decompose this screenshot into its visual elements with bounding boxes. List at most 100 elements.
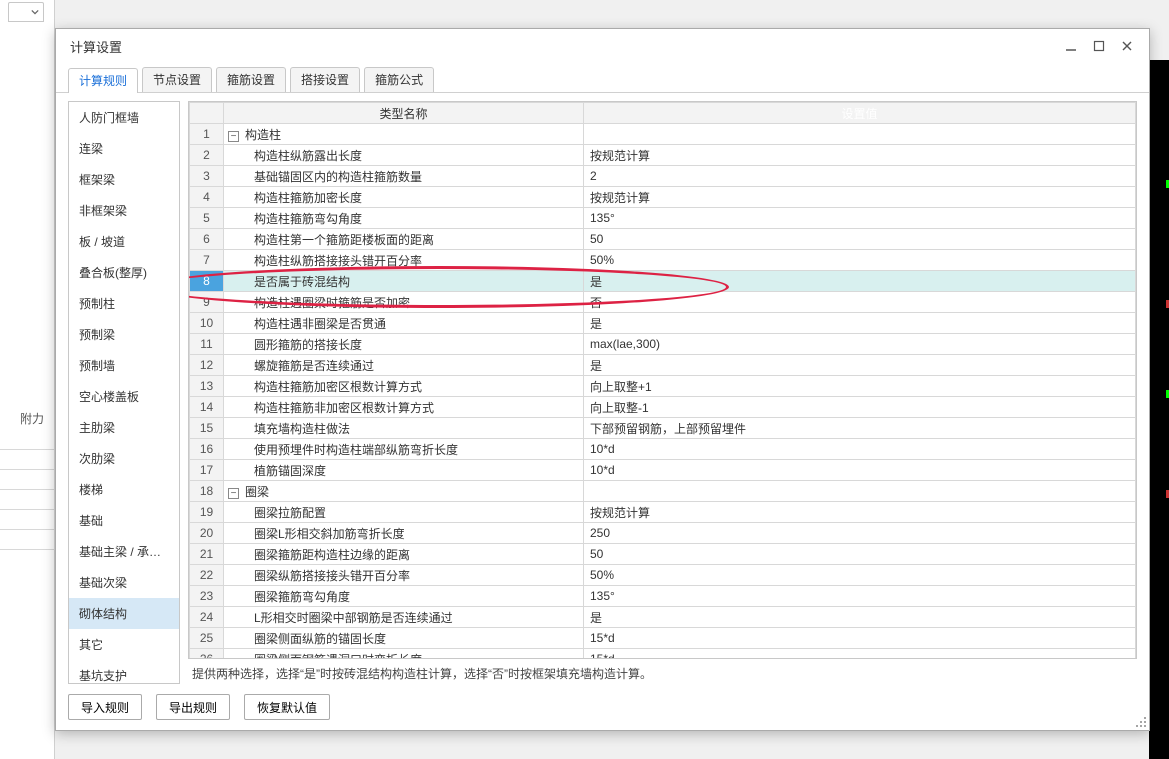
row-name-cell[interactable]: 构造柱遇圈梁时箍筋是否加密 [224, 292, 584, 313]
tab-4[interactable]: 箍筋公式 [364, 67, 434, 92]
row-name-cell[interactable]: 圆形箍筋的搭接长度 [224, 334, 584, 355]
row-value-cell[interactable] [584, 481, 1136, 502]
row-value-cell[interactable]: max(lae,300) [584, 334, 1136, 355]
table-row[interactable]: 8是否属于砖混结构是 [190, 271, 1136, 292]
row-value-cell[interactable]: 50 [584, 544, 1136, 565]
row-value-cell[interactable]: 135° [584, 208, 1136, 229]
table-row[interactable]: 17植筋锚固深度10*d [190, 460, 1136, 481]
row-value-cell[interactable]: 是 [584, 313, 1136, 334]
table-row[interactable]: 19圈梁拉筋配置按规范计算 [190, 502, 1136, 523]
row-name-cell[interactable]: 构造柱遇非圈梁是否贯通 [224, 313, 584, 334]
row-value-cell[interactable]: 否 [584, 292, 1136, 313]
row-name-cell[interactable]: 圈梁纵筋搭接接头错开百分率 [224, 565, 584, 586]
row-name-cell[interactable]: 圈梁侧面钢筋遇洞口时弯折长度 [224, 649, 584, 660]
row-name-cell[interactable]: 是否属于砖混结构 [224, 271, 584, 292]
table-row[interactable]: 6构造柱第一个箍筋距楼板面的距离50 [190, 229, 1136, 250]
row-name-cell[interactable]: 植筋锚固深度 [224, 460, 584, 481]
table-row[interactable]: 24L形相交时圈梁中部钢筋是否连续通过是 [190, 607, 1136, 628]
table-row[interactable]: 25圈梁侧面纵筋的锚固长度15*d [190, 628, 1136, 649]
row-name-cell[interactable]: 圈梁侧面纵筋的锚固长度 [224, 628, 584, 649]
table-row[interactable]: 2构造柱纵筋露出长度按规范计算 [190, 145, 1136, 166]
row-value-cell[interactable]: 50% [584, 565, 1136, 586]
row-value-cell[interactable]: 向上取整-1 [584, 397, 1136, 418]
row-name-cell[interactable]: 圈梁箍筋弯勾角度 [224, 586, 584, 607]
row-name-cell[interactable]: 构造柱纵筋露出长度 [224, 145, 584, 166]
table-row[interactable]: 5构造柱箍筋弯勾角度135° [190, 208, 1136, 229]
maximize-button[interactable] [1085, 33, 1113, 59]
sidebar-item-0[interactable]: 人防门框墙 [69, 102, 179, 133]
sidebar-item-9[interactable]: 空心楼盖板 [69, 381, 179, 412]
row-value-cell[interactable]: 向上取整+1 [584, 376, 1136, 397]
col-header-rownum[interactable] [190, 103, 224, 124]
row-value-cell[interactable]: 按规范计算 [584, 145, 1136, 166]
table-row[interactable]: 1−构造柱 [190, 124, 1136, 145]
row-value-cell[interactable]: 15*d [584, 649, 1136, 660]
table-row[interactable]: 23圈梁箍筋弯勾角度135° [190, 586, 1136, 607]
sidebar-item-6[interactable]: 预制柱 [69, 288, 179, 319]
row-name-cell[interactable]: 圈梁拉筋配置 [224, 502, 584, 523]
sidebar-item-17[interactable]: 其它 [69, 629, 179, 660]
tab-3[interactable]: 搭接设置 [290, 67, 360, 92]
row-value-cell[interactable]: 10*d [584, 460, 1136, 481]
row-value-cell[interactable]: 50% [584, 250, 1136, 271]
row-name-cell[interactable]: 构造柱箍筋非加密区根数计算方式 [224, 397, 584, 418]
table-row[interactable]: 11圆形箍筋的搭接长度max(lae,300) [190, 334, 1136, 355]
sidebar-item-16[interactable]: 砌体结构 [69, 598, 179, 629]
tab-1[interactable]: 节点设置 [142, 67, 212, 92]
row-name-cell[interactable]: 构造柱第一个箍筋距楼板面的距离 [224, 229, 584, 250]
row-name-cell[interactable]: 构造柱箍筋弯勾角度 [224, 208, 584, 229]
row-value-cell[interactable]: 是 [584, 607, 1136, 628]
row-value-cell[interactable]: 15*d [584, 628, 1136, 649]
table-row[interactable]: 10构造柱遇非圈梁是否贯通是 [190, 313, 1136, 334]
row-value-cell[interactable]: 50 [584, 229, 1136, 250]
row-name-cell[interactable]: −构造柱 [224, 124, 584, 145]
row-value-cell[interactable]: 250 [584, 523, 1136, 544]
row-value-cell[interactable]: 是 [584, 271, 1136, 292]
sidebar-item-15[interactable]: 基础次梁 [69, 567, 179, 598]
row-name-cell[interactable]: 螺旋箍筋是否连续通过 [224, 355, 584, 376]
sidebar-item-2[interactable]: 框架梁 [69, 164, 179, 195]
sidebar-item-10[interactable]: 主肋梁 [69, 412, 179, 443]
row-name-cell[interactable]: 基础锚固区内的构造柱箍筋数量 [224, 166, 584, 187]
sidebar-item-8[interactable]: 预制墙 [69, 350, 179, 381]
tab-2[interactable]: 箍筋设置 [216, 67, 286, 92]
table-row[interactable]: 15填充墙构造柱做法下部预留钢筋，上部预留埋件 [190, 418, 1136, 439]
table-row[interactable]: 14构造柱箍筋非加密区根数计算方式向上取整-1 [190, 397, 1136, 418]
row-value-cell[interactable]: 135° [584, 586, 1136, 607]
tab-0[interactable]: 计算规则 [68, 68, 138, 93]
table-row[interactable]: 16使用预埋件时构造柱端部纵筋弯折长度10*d [190, 439, 1136, 460]
row-value-cell[interactable]: 按规范计算 [584, 502, 1136, 523]
table-row[interactable]: 12螺旋箍筋是否连续通过是 [190, 355, 1136, 376]
row-name-cell[interactable]: 构造柱箍筋加密长度 [224, 187, 584, 208]
minimize-button[interactable] [1057, 33, 1085, 59]
table-row[interactable]: 9构造柱遇圈梁时箍筋是否加密否 [190, 292, 1136, 313]
sidebar-item-1[interactable]: 连梁 [69, 133, 179, 164]
col-header-name[interactable]: 类型名称 [224, 103, 584, 124]
row-name-cell[interactable]: 构造柱箍筋加密区根数计算方式 [224, 376, 584, 397]
sidebar-item-13[interactable]: 基础 [69, 505, 179, 536]
sidebar-item-18[interactable]: 基坑支护 [69, 660, 179, 683]
row-name-cell[interactable]: 填充墙构造柱做法 [224, 418, 584, 439]
table-row[interactable]: 7构造柱纵筋搭接接头错开百分率50% [190, 250, 1136, 271]
row-name-cell[interactable]: 圈梁箍筋距构造柱边缘的距离 [224, 544, 584, 565]
close-button[interactable] [1113, 33, 1141, 59]
row-value-cell[interactable] [584, 124, 1136, 145]
table-row[interactable]: 21圈梁箍筋距构造柱边缘的距离50 [190, 544, 1136, 565]
table-row[interactable]: 20圈梁L形相交斜加筋弯折长度250 [190, 523, 1136, 544]
sidebar-item-12[interactable]: 楼梯 [69, 474, 179, 505]
row-name-cell[interactable]: 构造柱纵筋搭接接头错开百分率 [224, 250, 584, 271]
import-rules-button[interactable]: 导入规则 [68, 694, 142, 720]
row-name-cell[interactable]: 使用预埋件时构造柱端部纵筋弯折长度 [224, 439, 584, 460]
reset-defaults-button[interactable]: 恢复默认值 [244, 694, 330, 720]
row-name-cell[interactable]: L形相交时圈梁中部钢筋是否连续通过 [224, 607, 584, 628]
table-row[interactable]: 18−圈梁 [190, 481, 1136, 502]
row-value-cell[interactable]: 下部预留钢筋，上部预留埋件 [584, 418, 1136, 439]
table-row[interactable]: 26圈梁侧面钢筋遇洞口时弯折长度15*d [190, 649, 1136, 660]
resize-grip[interactable] [1133, 714, 1147, 728]
settings-grid[interactable]: 类型名称 设置值 1−构造柱2构造柱纵筋露出长度按规范计算3基础锚固区内的构造柱… [189, 102, 1136, 659]
table-row[interactable]: 4构造柱箍筋加密长度按规范计算 [190, 187, 1136, 208]
table-row[interactable]: 22圈梁纵筋搭接接头错开百分率50% [190, 565, 1136, 586]
sidebar-item-11[interactable]: 次肋梁 [69, 443, 179, 474]
sidebar-item-3[interactable]: 非框架梁 [69, 195, 179, 226]
sidebar-item-5[interactable]: 叠合板(整厚) [69, 257, 179, 288]
